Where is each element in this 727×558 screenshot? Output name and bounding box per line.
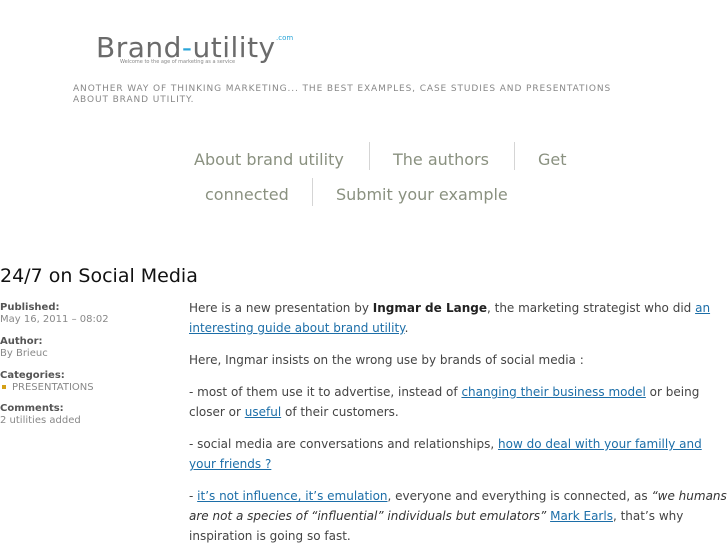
site-logo[interactable]: Brand-utility .com Welcome to the age of…: [96, 30, 306, 70]
author-name: By Brieuc: [0, 348, 48, 359]
logo-domain: .com: [276, 34, 294, 42]
published-date: May 16, 2011 – 08:02: [0, 314, 109, 325]
comments-count[interactable]: 2 utilities added: [0, 415, 81, 427]
meta-comments: Comments: 2 utilities added: [0, 403, 81, 427]
business-model-link[interactable]: changing their business model: [461, 385, 645, 399]
post-body: Here is a new presentation by Ingmar de …: [189, 298, 727, 558]
categories-label: Categories:: [0, 370, 65, 381]
site-tagline: ANOTHER WAY OF THINKING MARKETING... THE…: [73, 84, 612, 105]
paragraph: - it’s not influence, it’s emulation, ev…: [189, 489, 727, 543]
meta-published: Published: May 16, 2011 – 08:02: [0, 302, 109, 326]
useful-link[interactable]: useful: [245, 405, 281, 419]
nav-divider: [514, 142, 515, 170]
bullet-icon: [2, 384, 6, 389]
nav-get-connected[interactable]: Get: [538, 150, 567, 169]
nav-get-connected-cont[interactable]: connected: [205, 185, 289, 204]
paragraph: - social media are conversations and rel…: [189, 437, 702, 471]
paragraph: - most of them use it to advertise, inst…: [189, 385, 700, 419]
meta-categories: Categories: PRESENTATIONS: [0, 370, 94, 394]
published-label: Published:: [0, 302, 60, 313]
nav-divider: [312, 178, 313, 206]
mark-earls-link[interactable]: Mark Earls: [550, 509, 613, 523]
post-title: 24/7 on Social Media: [0, 265, 198, 287]
logo-tagline: Welcome to the age of marketing as a ser…: [120, 59, 236, 65]
author-label: Author:: [0, 336, 43, 347]
category-item[interactable]: PRESENTATIONS: [0, 382, 94, 394]
nav-submit-your-example[interactable]: Submit your example: [336, 185, 508, 204]
nav-divider: [369, 142, 370, 170]
meta-author: Author: By Brieuc: [0, 336, 48, 360]
paragraph: Here, Ingmar insists on the wrong use by…: [189, 353, 584, 367]
paragraph: Here is a new presentation by Ingmar de …: [189, 301, 711, 335]
nav-the-authors[interactable]: The authors: [393, 150, 489, 169]
emulation-link[interactable]: it’s not influence, it’s emulation: [197, 489, 387, 503]
author-mention: Ingmar de Lange: [372, 301, 487, 315]
category-link[interactable]: PRESENTATIONS: [12, 382, 94, 393]
comments-label: Comments:: [0, 403, 64, 414]
nav-about-brand-utility[interactable]: About brand utility: [194, 150, 344, 169]
